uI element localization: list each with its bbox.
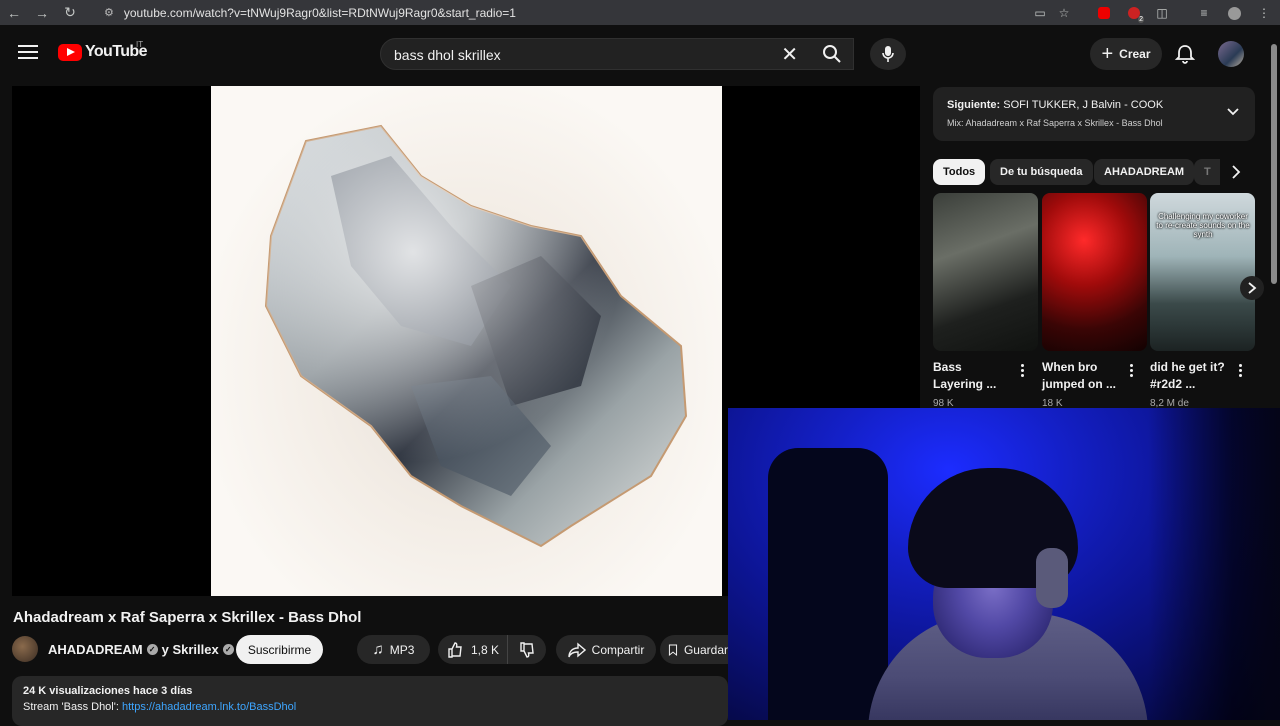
account-avatar[interactable]	[1218, 41, 1244, 67]
short-title-2[interactable]: When bro jumped on ...	[1042, 359, 1122, 393]
logo-country-code: IT	[136, 40, 144, 49]
clear-search-icon[interactable]: ✕	[781, 42, 798, 67]
channel-name[interactable]: AHADADREAM ✓ y Skrillex ✓	[48, 642, 234, 657]
music-note-icon: ♫	[372, 641, 384, 658]
mp3-label: MP3	[389, 642, 415, 657]
search-button[interactable]	[811, 38, 853, 70]
back-icon[interactable]: ←	[0, 0, 28, 25]
search-icon	[823, 45, 841, 63]
views-and-date: 24 K visualizaciones hace 3 días	[23, 685, 193, 697]
short-overlay-text: Challenging my coworker to re-create sou…	[1156, 212, 1250, 239]
short-menu-icon-2[interactable]	[1129, 364, 1135, 379]
create-button[interactable]: + Crear	[1090, 38, 1162, 70]
youtube-play-icon	[58, 43, 82, 61]
short-menu-icon-3[interactable]	[1238, 364, 1244, 379]
chip-todos[interactable]: Todos	[933, 159, 986, 185]
description-text: Stream 'Bass Dhol':	[23, 701, 119, 713]
webcam-overlay	[728, 408, 1280, 720]
search-input[interactable]: bass dhol skrillex	[394, 47, 501, 63]
like-dislike-group: 1,8 K	[438, 635, 546, 664]
mix-playlist-header[interactable]: Siguiente: SOFI TUKKER, J Balvin - COOK …	[933, 87, 1255, 141]
chip-de-tu-busqueda[interactable]: De tu búsqueda	[990, 159, 1093, 185]
share-button[interactable]: Compartir	[556, 635, 656, 664]
short-thumbnail-2[interactable]	[1042, 193, 1147, 351]
short-thumbnail-3[interactable]: Challenging my coworker to re-create sou…	[1150, 193, 1255, 351]
channel-name-text: AHADADREAM	[48, 642, 143, 657]
url-text: youtube.com/watch?v=tNWuj9Ragr0&list=RDt…	[123, 5, 516, 20]
chevron-right-icon	[1248, 282, 1257, 294]
save-label: Guardar	[683, 642, 728, 657]
save-button[interactable]: Guardar	[660, 635, 728, 664]
plus-icon: +	[1101, 43, 1114, 65]
address-bar[interactable]: ⚙ youtube.com/watch?v=tNWuj9Ragr0&list=R…	[96, 2, 1096, 23]
reload-icon[interactable]: ↻	[56, 0, 84, 25]
create-label: Crear	[1119, 47, 1151, 61]
extension-badge-count: 2	[1138, 16, 1144, 23]
short-title-3[interactable]: did he get it? #r2d2 ...	[1150, 359, 1230, 393]
notifications-bell-icon[interactable]	[1174, 43, 1196, 65]
chevron-down-icon[interactable]	[1225, 104, 1241, 120]
channel-collab-text: y Skrillex	[161, 642, 219, 657]
site-settings-icon[interactable]: ⚙	[104, 6, 114, 19]
extension-red-icon[interactable]	[1094, 3, 1114, 23]
thumbs-down-icon	[520, 641, 534, 658]
youtube-logo[interactable]: YouTube IT	[58, 40, 147, 61]
description-link[interactable]: https://ahadadream.lnk.to/BassDhol	[122, 701, 296, 713]
mix-title: Mix: Ahadadream x Raf Saperra x Skrillex…	[947, 118, 1163, 128]
shorts-next-button[interactable]	[1240, 276, 1264, 300]
extension-badge-icon[interactable]: 2	[1124, 3, 1144, 23]
next-label: Siguiente:	[947, 99, 1001, 111]
chip-ahadadream[interactable]: AHADADREAM	[1094, 159, 1195, 185]
crystal-artwork	[264, 124, 688, 548]
short-thumbnail-1[interactable]	[933, 193, 1038, 351]
verified-check-icon: ✓	[146, 644, 158, 655]
like-button[interactable]: 1,8 K	[438, 635, 508, 664]
dislike-button[interactable]	[508, 635, 546, 664]
scrollbar-thumb[interactable]	[1271, 44, 1277, 284]
chip-truncated[interactable]: T	[1194, 159, 1220, 185]
description-box[interactable]: 24 K visualizaciones hace 3 días Stream …	[12, 676, 728, 726]
search-box[interactable]: bass dhol skrillex ✕	[380, 38, 854, 70]
description-line: Stream 'Bass Dhol': https://ahadadream.l…	[23, 701, 296, 713]
next-up-line: Siguiente: SOFI TUKKER, J Balvin - COOK	[947, 99, 1163, 111]
chips-next-icon[interactable]	[1224, 160, 1248, 184]
youtube-header: YouTube IT bass dhol skrillex ✕ + Crear	[0, 25, 1268, 83]
bookmark-star-icon[interactable]: ☆	[1054, 3, 1074, 23]
next-title: SOFI TUKKER, J Balvin - COOK	[1003, 99, 1164, 111]
forward-icon[interactable]: →	[28, 0, 56, 25]
verified-check-icon-2: ✓	[222, 644, 234, 655]
channel-avatar[interactable]	[12, 636, 38, 662]
short-menu-icon-1[interactable]	[1020, 364, 1026, 379]
webcam-chair	[768, 448, 888, 720]
voice-search-button[interactable]	[870, 38, 906, 70]
share-arrow-icon	[567, 641, 586, 658]
microphone-icon	[882, 46, 894, 62]
extensions-puzzle-icon[interactable]: ◫	[1152, 3, 1172, 23]
webcam-shadow	[1148, 408, 1280, 720]
cast-icon[interactable]: ▭	[1030, 3, 1050, 23]
headset-icon	[1036, 548, 1068, 608]
menu-kebab-icon[interactable]: ⋮	[1254, 3, 1274, 23]
video-title: Ahadadream x Raf Saperra x Skrillex - Ba…	[13, 609, 362, 626]
media-control-icon[interactable]: ≡	[1194, 3, 1214, 23]
video-artwork	[211, 86, 722, 596]
save-bookmark-icon	[668, 644, 678, 656]
menu-icon[interactable]	[18, 45, 38, 63]
like-count: 1,8 K	[471, 642, 500, 657]
profile-icon[interactable]	[1224, 3, 1244, 23]
subscribe-button[interactable]: Suscribirme	[236, 635, 323, 664]
thumbs-up-icon	[448, 641, 462, 658]
browser-toolbar: ← → ↻ ⚙ youtube.com/watch?v=tNWuj9Ragr0&…	[0, 0, 1280, 25]
short-title-1[interactable]: Bass Layering ...	[933, 359, 1013, 393]
mp3-button[interactable]: ♫ MP3	[357, 635, 430, 664]
share-label: Compartir	[591, 642, 645, 657]
